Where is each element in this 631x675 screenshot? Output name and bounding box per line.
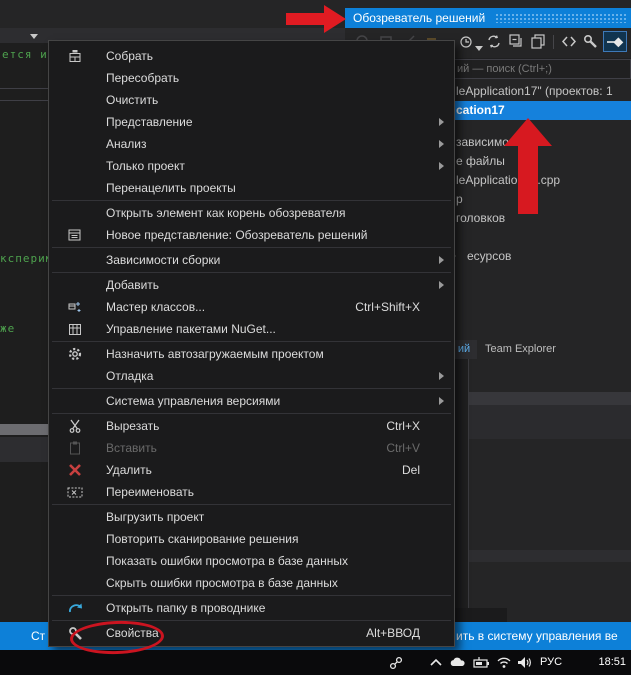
menu-item-build[interactable]: Собрать	[49, 45, 454, 67]
toolbar-separator	[553, 35, 554, 49]
onedrive-cloud-icon[interactable]	[449, 650, 467, 675]
project-context-menu: Собрать Пересобрать Очистить Представлен…	[48, 40, 455, 647]
menu-item-unload-project[interactable]: Выгрузить проект	[49, 506, 454, 528]
menu-item-analyze[interactable]: Анализ	[49, 133, 454, 155]
toolbar-dropdown-caret-icon[interactable]	[30, 34, 38, 39]
solution-explorer-title: Обозреватель решений	[353, 11, 485, 25]
code-fragment: же	[0, 322, 15, 335]
menu-separator	[52, 504, 451, 505]
language-indicator[interactable]: РУС	[540, 650, 562, 675]
wifi-icon[interactable]	[496, 650, 512, 675]
submenu-arrow-icon	[439, 140, 444, 148]
class-wizard-icon	[49, 300, 101, 314]
submenu-arrow-icon	[439, 256, 444, 264]
code-fragment: ется и	[2, 48, 48, 61]
lower-panel-band	[469, 392, 631, 405]
windows-taskbar: РУС 18:51	[0, 650, 631, 675]
battery-icon[interactable]	[473, 650, 491, 675]
scrollbar-thumb[interactable]	[0, 424, 48, 435]
collapse-all-icon[interactable]	[509, 34, 524, 54]
speaker-icon[interactable]	[517, 650, 533, 675]
tab-team-explorer[interactable]: Team Explorer	[485, 340, 556, 359]
build-icon	[49, 49, 101, 63]
menu-item-show-browse-db-errors[interactable]: Показать ошибки просмотра в базе данных	[49, 550, 454, 572]
paste-clipboard-icon	[49, 441, 101, 455]
cut-scissors-icon	[49, 419, 101, 433]
submenu-arrow-icon	[439, 281, 444, 289]
menu-item-class-wizard[interactable]: Мастер классов...Ctrl+Shift+X	[49, 296, 454, 318]
sync-icon[interactable]	[486, 34, 502, 54]
menu-item-cut[interactable]: ВырезатьCtrl+X	[49, 415, 454, 437]
startup-gear-icon	[49, 347, 101, 361]
menu-separator	[52, 595, 451, 596]
menu-separator	[52, 388, 451, 389]
tray-chevron-up-icon[interactable]	[429, 650, 443, 675]
menu-item-rebuild[interactable]: Пересобрать	[49, 67, 454, 89]
menu-item-add[interactable]: Добавить	[49, 274, 454, 296]
menu-item-clean[interactable]: Очистить	[49, 89, 454, 111]
menu-item-scope-to-this[interactable]: Открыть элемент как корень обозревателя	[49, 202, 454, 224]
solution-search-input[interactable]: ий — поиск (Ctrl+;)	[450, 59, 631, 79]
nuget-icon	[49, 322, 101, 336]
menu-item-rescan-solution[interactable]: Повторить сканирование решения	[49, 528, 454, 550]
solution-explorer-titlebar[interactable]: Обозреватель решений	[345, 8, 631, 28]
new-view-icon	[49, 228, 101, 242]
add-to-source-control-status[interactable]: ить в систему управления ве	[456, 629, 618, 643]
code-fragment: ксперим	[0, 252, 48, 265]
menu-item-retarget-projects[interactable]: Перенацелить проекты	[49, 177, 454, 199]
rename-icon	[49, 486, 101, 499]
view-code-icon[interactable]	[561, 34, 577, 54]
menu-separator	[52, 341, 451, 342]
menu-item-source-control[interactable]: Система управления версиями	[49, 390, 454, 412]
menu-separator	[52, 247, 451, 248]
open-folder-arrow-icon	[49, 601, 101, 615]
clock[interactable]: 18:51	[578, 650, 626, 675]
people-share-icon[interactable]	[388, 650, 404, 675]
show-all-files-icon[interactable]	[531, 34, 546, 54]
search-placeholder: ий — поиск (Ctrl+;)	[457, 63, 552, 75]
red-arrow-right-head	[324, 5, 346, 33]
filter-caret-icon[interactable]	[475, 39, 483, 57]
menu-separator	[52, 413, 451, 414]
filter-clock-icon[interactable]	[459, 34, 474, 54]
editor-divider	[0, 100, 48, 101]
red-arrow-up-annotation	[518, 146, 538, 214]
menu-item-view[interactable]: Представление	[49, 111, 454, 133]
menu-item-open-folder-in-explorer[interactable]: Открыть папку в проводнике	[49, 597, 454, 619]
menu-item-rename[interactable]: Переименовать	[49, 481, 454, 503]
editor-band	[0, 437, 48, 462]
properties-toolbar-icon[interactable]	[583, 34, 599, 54]
vs-window: ется и ксперим же Обозреватель решений	[0, 0, 631, 675]
submenu-arrow-icon	[439, 397, 444, 405]
menu-separator	[52, 200, 451, 201]
red-arrow-right-annotation	[286, 13, 324, 25]
menu-item-build-dependencies[interactable]: Зависимости сборки	[49, 249, 454, 271]
submenu-arrow-icon	[439, 162, 444, 170]
lower-panel-band	[469, 550, 631, 562]
preview-pin-toggle[interactable]	[603, 31, 627, 52]
submenu-arrow-icon	[439, 118, 444, 126]
menu-separator	[52, 272, 451, 273]
red-arrow-up-head	[504, 118, 552, 146]
editor-divider	[0, 88, 48, 89]
lower-panel-band	[469, 405, 631, 439]
menu-item-delete[interactable]: УдалитьDel	[49, 459, 454, 481]
menu-item-manage-nuget[interactable]: Управление пакетами NuGet...	[49, 318, 454, 340]
code-editor-sliver[interactable]: ется и ксперим же	[0, 43, 48, 622]
menu-item-new-solution-explorer-view[interactable]: Новое представление: Обозреватель решени…	[49, 224, 454, 246]
menu-item-hide-browse-db-errors[interactable]: Скрыть ошибки просмотра в базе данных	[49, 572, 454, 594]
menu-item-paste[interactable]: ВставитьCtrl+V	[49, 437, 454, 459]
submenu-arrow-icon	[439, 372, 444, 380]
delete-x-icon	[49, 463, 101, 477]
menu-item-set-startup-project[interactable]: Назначить автозагружаемым проектом	[49, 343, 454, 365]
menu-item-project-only[interactable]: Только проект	[49, 155, 454, 177]
status-left-text: Ст	[31, 629, 45, 643]
menu-item-debug[interactable]: Отладка	[49, 365, 454, 387]
titlebar-drag-dots	[495, 13, 628, 23]
